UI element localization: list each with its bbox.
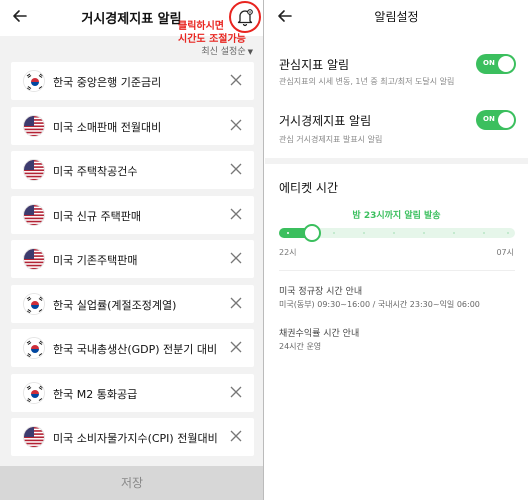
us-flag-icon [23,248,45,270]
indicator-label: 미국 소매판매 전월대비 [53,120,162,134]
remove-icon[interactable] [230,252,242,264]
indicator-list: 한국 중앙은행 기준금리미국 소매판매 전월대비미국 주택착공건수미국 신규 주… [11,62,254,463]
indicator-label: 한국 중앙은행 기준금리 [53,76,162,89]
slider-dot [393,232,395,234]
indicator-label: 미국 기존주택판매 [53,254,138,267]
remove-icon[interactable] [230,386,242,398]
caret-down-icon: ▼ [247,48,253,56]
remove-icon[interactable] [230,74,242,86]
indicator-label: 한국 M2 통화공급 [53,387,138,401]
indicator-card[interactable]: 한국 M2 통화공급 [11,373,254,412]
remove-icon[interactable] [230,341,242,353]
us-flag-icon [23,426,45,448]
interest-alert-title: 관심지표 알림 [279,58,350,72]
section-divider [265,158,528,164]
toggle-knob [498,56,514,72]
korea-flag-icon [23,292,45,315]
indicator-label: 미국 주택착공건수 [53,165,138,178]
slider-end-label: 07시 [496,248,514,257]
sort-label: 최신 설정순 [201,47,246,57]
header: 알림설정 [265,0,528,36]
korea-flag-icon [23,70,45,92]
divider-line [279,270,515,271]
sort-dropdown[interactable]: 최신 설정순 ▼ [201,44,253,57]
slider-dot [453,232,455,234]
interest-alert-toggle[interactable]: ON [476,54,516,74]
indicator-card[interactable]: 미국 소매판매 전월대비 [11,106,254,145]
indicator-card[interactable]: 한국 국내총생산(GDP) 전분기 대비 [11,329,254,367]
interest-alert-desc: 관심지표의 시세 변동, 1년 중 최고/최저 도달시 알림 [279,77,455,86]
indicator-card[interactable]: 한국 중앙은행 기준금리 [11,62,254,100]
us-market-hours-title: 미국 정규장 시간 안내 [279,287,363,297]
macro-alert-toggle[interactable]: ON [476,110,516,130]
page-title: 알림설정 [374,10,419,24]
toggle-on-label: ON [483,59,495,67]
us-market-hours-text: 미국(동부) 09:30~16:00 / 국내시간 23:30~익일 06:00 [279,300,480,309]
us-flag-icon [23,159,45,181]
etiquette-title: 에티켓 시간 [279,181,339,195]
slider-dot [287,232,289,234]
macro-alert-title: 거시경제지표 알림 [279,114,372,128]
etiquette-message: 밤 23시까지 알림 발송 [265,208,528,221]
toggle-knob [498,112,514,128]
indicator-card[interactable]: 미국 신규 주택판매 [11,195,254,234]
us-flag-icon [23,203,45,226]
save-button[interactable]: 저장 [0,466,263,500]
slider-dot [423,232,425,234]
etiquette-time: 밤 23시 [352,211,385,221]
indicator-label: 한국 실업률(계절조정계열) [53,298,177,312]
etiquette-slider[interactable] [279,224,515,242]
toggle-on-label: ON [483,115,495,123]
indicator-card[interactable]: 미국 기존주택판매 [11,240,254,278]
indicator-label: 미국 소비자물가지수(CPI) 전월대비 [53,432,218,445]
us-flag-icon [23,114,45,137]
remove-icon[interactable] [230,119,242,131]
slider-thumb[interactable] [303,224,321,242]
slider-start-label: 22시 [279,248,297,257]
slider-dot [363,232,365,234]
remove-icon[interactable] [230,297,242,309]
bond-yield-hours-title: 채권수익률 시간 안내 [279,329,360,339]
macro-alert-list-screen: 거시경제지표 알림 클릭하시면 시간도 조절가능 최신 설정순 ▼ 한국 중앙은행… [0,0,264,500]
remove-icon[interactable] [230,430,242,442]
bond-yield-hours-text: 24시간 운영 [279,342,322,351]
annotation-line-1: 클릭하시면 [178,21,224,32]
slider-dot [507,232,509,234]
annotation-text: 클릭하시면 시간도 조절가능 [178,20,263,46]
indicator-card[interactable]: 한국 실업률(계절조정계열) [11,284,254,323]
slider-dot [333,232,335,234]
macro-alert-desc: 관심 거시경제지표 발표시 알림 [279,135,383,144]
remove-icon[interactable] [230,163,242,175]
indicator-label: 한국 국내총생산(GDP) 전분기 대비 [53,343,218,356]
indicator-label: 미국 신규 주택판매 [53,209,141,223]
etiquette-message-rest: 까지 알림 발송 [384,211,441,221]
korea-flag-icon [23,381,45,404]
korea-flag-icon [23,337,45,359]
indicator-card[interactable]: 미국 주택착공건수 [11,151,254,189]
alert-settings-screen: 알림설정 관심지표 알림 관심지표의 시세 변동, 1년 중 최고/최저 도달시… [265,0,528,500]
indicator-card[interactable]: 미국 소비자물가지수(CPI) 전월대비 [11,418,254,456]
remove-icon[interactable] [230,208,242,220]
slider-dot [483,232,485,234]
